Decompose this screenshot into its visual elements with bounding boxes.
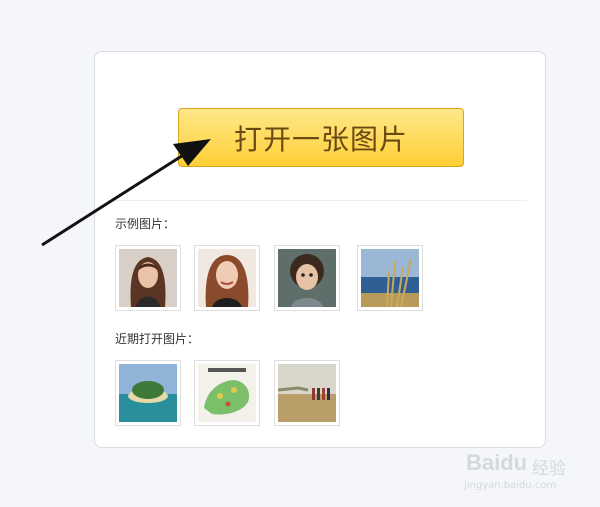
sample-image-thumbnail-1[interactable] xyxy=(115,245,181,311)
people-on-path-image xyxy=(278,364,336,422)
section-divider xyxy=(107,200,527,201)
sample-images-label: 示例图片： xyxy=(115,217,176,231)
recent-image-thumbnail-3[interactable] xyxy=(274,360,340,426)
map-image xyxy=(198,364,256,422)
watermark-brand: Baidu xyxy=(466,450,528,475)
open-image-button[interactable]: 打开一张图片 xyxy=(178,108,464,167)
sample-image-thumbnail-2[interactable] xyxy=(194,245,260,311)
recent-image-thumbnail-2[interactable] xyxy=(194,360,260,426)
watermark-url: jingyan.baidu.com xyxy=(464,480,557,491)
sample-image-thumbnail-4[interactable] xyxy=(357,245,423,311)
sample-image-thumbnail-3[interactable] xyxy=(274,245,340,311)
image-open-panel: 打开一张图片 示例图片： 近期打开图片： xyxy=(94,51,546,448)
portrait-woman-image xyxy=(119,249,177,307)
recent-images-label: 近期打开图片： xyxy=(115,332,200,346)
tropical-island-image xyxy=(119,364,177,422)
portrait-child-image xyxy=(278,249,336,307)
seaside-grass-image xyxy=(361,249,419,307)
watermark-product: 经验 xyxy=(532,459,566,479)
baidu-jingyan-watermark: Baidu 经验 jingyan.baidu.com xyxy=(458,442,594,498)
portrait-smiling-woman-image xyxy=(198,249,256,307)
recent-image-thumbnail-1[interactable] xyxy=(115,360,181,426)
